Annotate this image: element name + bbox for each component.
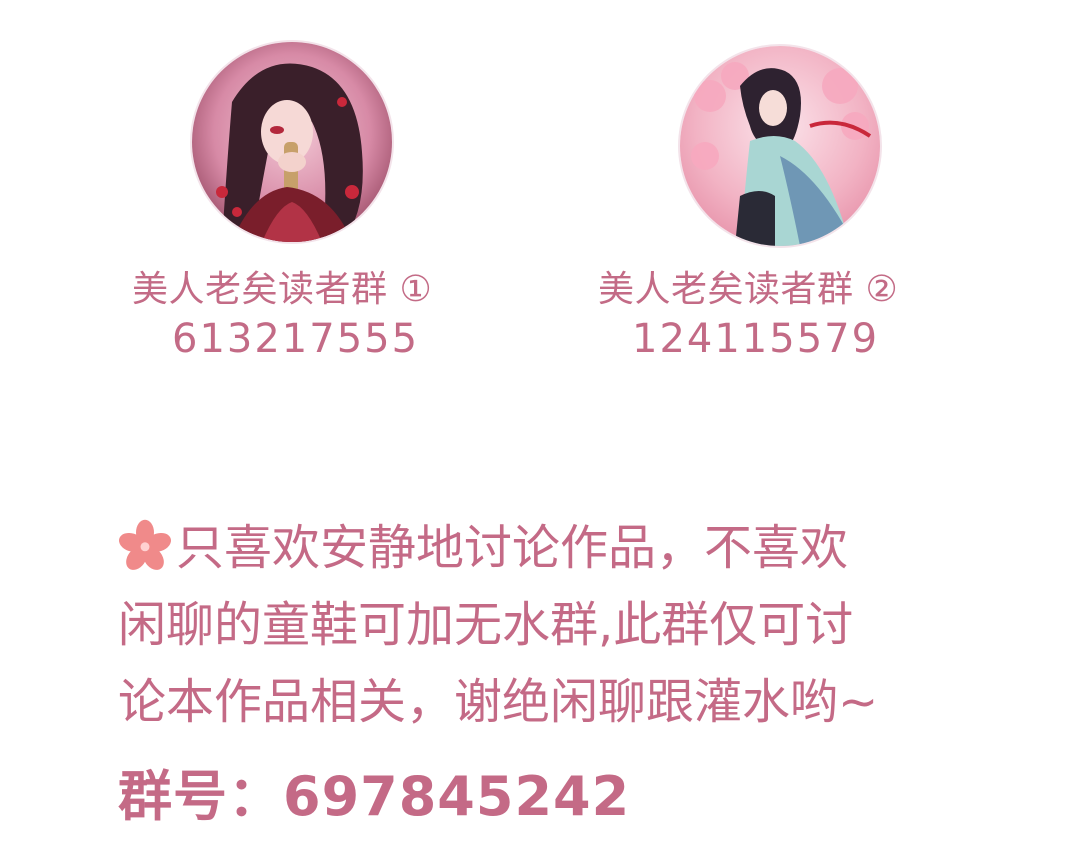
- notice-line-3: 论本作品相关，谢绝闲聊跟灌水哟~: [118, 674, 879, 730]
- reader-group-card-1: 美人老矣读者群 ① 613217555: [60, 42, 520, 372]
- group-2-avatar[interactable]: [680, 46, 880, 246]
- notice-line-1: 只喜欢安静地讨论作品，不喜欢: [118, 510, 1018, 587]
- group-1-name: 美人老矣读者群 ①: [132, 269, 433, 310]
- anime-girl-dark-hair-avatar: [192, 42, 392, 242]
- group-1-avatar[interactable]: [192, 42, 392, 242]
- notice-line-1-text: 只喜欢安静地讨论作品，不喜欢: [176, 520, 849, 576]
- sakura-icon: [119, 519, 171, 570]
- reader-group-card-2: 美人老矣读者群 ② 124115579: [550, 42, 1010, 372]
- notice-line-2: 闲聊的童鞋可加无水群,此群仅可讨: [118, 597, 854, 653]
- group-rules-notice: 只喜欢安静地讨论作品，不喜欢 闲聊的童鞋可加无水群,此群仅可讨 论本作品相关，谢…: [118, 510, 1018, 741]
- group-1-number[interactable]: 613217555: [172, 316, 419, 362]
- anime-girl-cherry-blossom-avatar: [680, 46, 880, 246]
- no-chat-group-number[interactable]: 群号：697845242: [118, 752, 630, 831]
- group-2-number[interactable]: 124115579: [632, 316, 879, 362]
- group-2-name: 美人老矣读者群 ②: [598, 269, 899, 310]
